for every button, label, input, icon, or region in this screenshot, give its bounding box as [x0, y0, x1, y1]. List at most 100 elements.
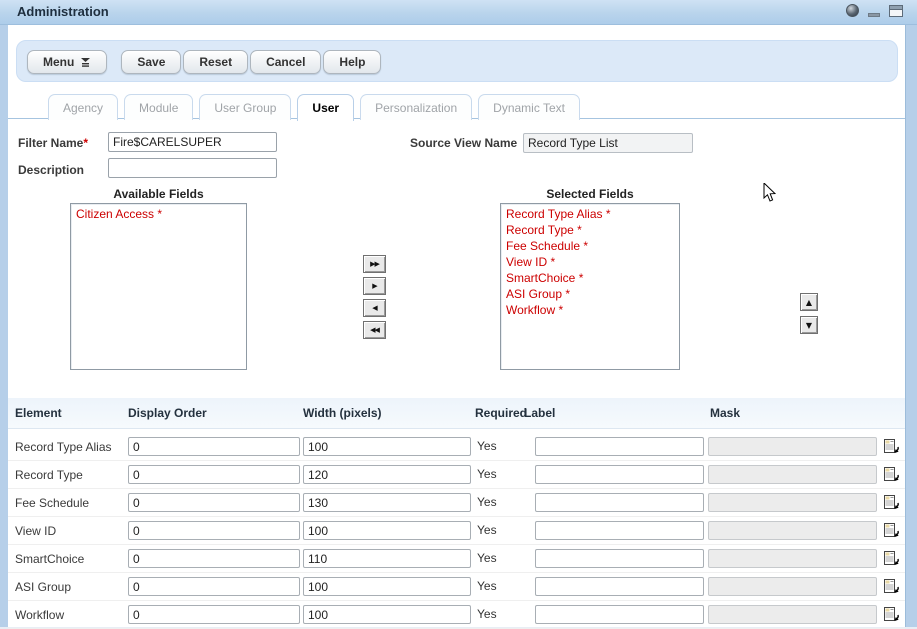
element-label: Workflow	[15, 608, 64, 622]
mask-edit-button[interactable]	[882, 437, 900, 455]
reset-button[interactable]: Reset	[183, 50, 248, 74]
element-label: View ID	[15, 524, 56, 538]
tab[interactable]: User	[297, 94, 354, 121]
label-input[interactable]	[535, 549, 704, 568]
mask-edit-button[interactable]	[882, 549, 900, 567]
title-bar: Administration	[0, 0, 917, 25]
selected-field-item[interactable]: ASI Group *	[501, 286, 679, 302]
width-input[interactable]	[303, 521, 471, 540]
mask-edit-button[interactable]	[882, 521, 900, 539]
tab[interactable]: Module	[124, 94, 193, 120]
label-input[interactable]	[535, 577, 704, 596]
mask-edit-icon	[883, 578, 900, 595]
save-button[interactable]: Save	[121, 50, 181, 74]
label-input[interactable]	[535, 493, 704, 512]
selected-fields-list[interactable]: Record Type Alias * Record Type * Fee Sc…	[500, 203, 680, 370]
source-view-name-label: Source View Name	[410, 136, 517, 150]
table-row: ASI Group Yes	[8, 573, 905, 601]
element-label: SmartChoice	[15, 552, 84, 566]
display-order-input[interactable]	[128, 577, 300, 596]
selected-field-item[interactable]: Workflow *	[501, 302, 679, 318]
titlebar-controls	[846, 4, 903, 17]
move-left-button[interactable]: ◀	[363, 299, 386, 317]
required-value: Yes	[477, 579, 497, 593]
mask-edit-button[interactable]	[882, 465, 900, 483]
width-input[interactable]	[303, 605, 471, 624]
column-header-label: Label	[524, 406, 555, 420]
move-all-right-button[interactable]: ▶▶	[363, 255, 386, 273]
selected-field-item[interactable]: SmartChoice *	[501, 270, 679, 286]
display-order-input[interactable]	[128, 465, 300, 484]
mask-edit-button[interactable]	[882, 493, 900, 511]
maximize-icon[interactable]	[889, 5, 903, 17]
label-input[interactable]	[535, 521, 704, 540]
mask-edit-button[interactable]	[882, 605, 900, 623]
mask-input	[708, 437, 877, 456]
width-input[interactable]	[303, 549, 471, 568]
display-order-input[interactable]	[128, 521, 300, 540]
width-input[interactable]	[303, 465, 471, 484]
source-view-name-input	[523, 133, 693, 153]
window-frame-right	[905, 25, 917, 627]
tab[interactable]: Agency	[48, 94, 118, 120]
tab[interactable]: User Group	[199, 94, 291, 120]
move-down-button[interactable]: ▼	[800, 316, 818, 334]
move-all-left-button[interactable]: ◀◀	[363, 321, 386, 339]
selected-field-item[interactable]: Record Type Alias *	[501, 206, 679, 222]
available-field-item[interactable]: Citizen Access *	[71, 206, 246, 222]
display-order-input[interactable]	[128, 605, 300, 624]
required-value: Yes	[477, 467, 497, 481]
display-order-input[interactable]	[128, 437, 300, 456]
mouse-cursor	[763, 183, 776, 203]
mask-input	[708, 521, 877, 540]
mask-edit-icon	[883, 466, 900, 483]
menu-button[interactable]: Menu	[27, 50, 107, 74]
mask-edit-icon	[883, 550, 900, 567]
mask-input	[708, 549, 877, 568]
display-order-input[interactable]	[128, 549, 300, 568]
tab[interactable]: Dynamic Text	[478, 94, 580, 120]
table-header: Element Display Order Width (pixels) Req…	[8, 398, 905, 429]
mask-edit-icon	[883, 522, 900, 539]
cancel-button[interactable]: Cancel	[250, 50, 321, 74]
selected-field-item[interactable]: Record Type *	[501, 222, 679, 238]
table-row: View ID Yes	[8, 517, 905, 545]
label-input[interactable]	[535, 605, 704, 624]
element-label: Record Type	[15, 468, 83, 482]
mask-edit-icon	[883, 606, 900, 623]
label-input[interactable]	[535, 465, 704, 484]
width-input[interactable]	[303, 577, 471, 596]
selected-field-item[interactable]: Fee Schedule *	[501, 238, 679, 254]
table-row: Workflow Yes	[8, 601, 905, 629]
minimize-icon[interactable]	[868, 13, 880, 17]
element-label: ASI Group	[15, 580, 71, 594]
width-input[interactable]	[303, 493, 471, 512]
move-up-button[interactable]: ▲	[800, 293, 818, 311]
mask-input	[708, 605, 877, 624]
description-label: Description	[18, 163, 84, 177]
mask-input	[708, 465, 877, 484]
move-right-button[interactable]: ▶	[363, 277, 386, 295]
description-input[interactable]	[108, 158, 277, 178]
column-header-element: Element	[15, 406, 62, 420]
help-button[interactable]: Help	[323, 50, 381, 74]
label-input[interactable]	[535, 437, 704, 456]
available-fields-list[interactable]: Citizen Access *	[70, 203, 247, 370]
filter-name-input[interactable]	[108, 132, 277, 152]
toolbar: Menu Save Reset Cancel Help	[16, 40, 898, 82]
mask-input	[708, 493, 877, 512]
column-header-required: Required	[475, 406, 527, 420]
filter-name-label: Filter Name*	[18, 136, 88, 150]
table-row: Record Type Yes	[8, 461, 905, 489]
window-options-icon[interactable]	[846, 4, 859, 17]
mask-edit-button[interactable]	[882, 577, 900, 595]
mask-edit-icon	[883, 438, 900, 455]
required-value: Yes	[477, 495, 497, 509]
display-order-input[interactable]	[128, 493, 300, 512]
element-label: Fee Schedule	[15, 496, 89, 510]
selected-field-item[interactable]: View ID *	[501, 254, 679, 270]
table-body: Record Type Alias Yes Recor	[8, 433, 905, 629]
tab[interactable]: Personalization	[360, 94, 472, 120]
width-input[interactable]	[303, 437, 471, 456]
window-title: Administration	[17, 4, 109, 19]
